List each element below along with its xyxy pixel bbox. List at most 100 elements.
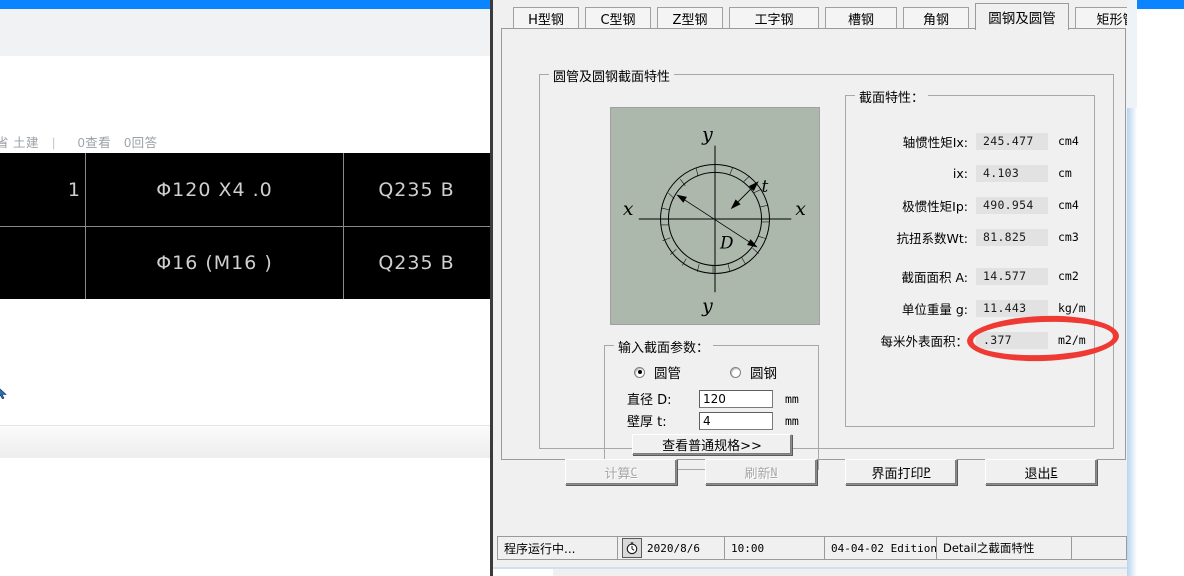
stopwatch-icon	[622, 538, 642, 558]
property-row-area: 截面面积 A: 14.577 cm2	[846, 265, 1096, 287]
webpage-header	[0, 9, 490, 57]
calculate-button[interactable]: 计算 C	[565, 459, 677, 485]
property-value-area: 14.577	[976, 267, 1048, 285]
meta-separator: |	[51, 136, 56, 150]
print-button-mnemonic: P	[923, 465, 931, 479]
property-unit-ip: cm4	[1058, 198, 1079, 212]
meta-answers: 0回答	[124, 136, 158, 150]
input-parameters-title: 输入截面参数：	[614, 337, 714, 356]
tab-channel-steel[interactable]: 槽钢	[825, 7, 897, 29]
property-label-radius-gyration: ix:	[952, 165, 968, 181]
drawing-table: 1 Φ120 X4 .0 Q235 B Φ16 (M16 ) Q235 B	[0, 153, 490, 299]
pipe-cross-section-diagram: y y x x t D	[610, 107, 820, 325]
property-value-ip: 490.954	[976, 196, 1048, 214]
tab-round-bar-pipe[interactable]: 圆钢及圆管	[975, 3, 1069, 30]
tab-i-beam[interactable]: 工字钢	[729, 7, 819, 29]
status-bar: 程序运行中... 2020/8/6 10:00 04-04-02 Edition…	[497, 536, 1127, 560]
thickness-input[interactable]: 4	[699, 411, 773, 430]
property-unit-unit-weight: kg/m	[1058, 301, 1086, 315]
print-button[interactable]: 界面打印 P	[845, 459, 957, 485]
property-unit-radius-gyration: cm	[1058, 166, 1072, 180]
tab-c-steel[interactable]: C型钢	[585, 7, 651, 29]
status-date: 2020/8/6	[647, 541, 700, 555]
status-extra	[1072, 537, 1126, 559]
radio-pipe-label: 圆管	[654, 366, 681, 382]
property-value-unit-weight: 11.443	[976, 299, 1048, 317]
property-label-unit-weight: 单位重量 g:	[901, 301, 968, 317]
meta-views: 0查看	[77, 136, 112, 150]
thickness-dimension-label: t	[762, 176, 769, 196]
property-label-ip: 极惯性矩Ip:	[902, 198, 968, 214]
property-row-radius-gyration: ix: 4.103 cm	[846, 162, 1096, 184]
property-label-surface-area: 每米外表面积：	[880, 333, 968, 349]
section-properties-group-title: 圆管及圆钢截面特性	[549, 66, 675, 85]
property-row-ip: 极惯性矩Ip: 490.954 cm4	[846, 194, 1096, 216]
table-cell-index	[0, 227, 86, 299]
webpage-blank-area	[0, 458, 490, 576]
property-label-ix: 轴惯性矩Ix:	[902, 134, 968, 150]
refresh-button-text: 刷新	[744, 466, 771, 482]
table-row: 1 Φ120 X4 .0 Q235 B	[0, 153, 490, 226]
tab-z-steel[interactable]: Z型钢	[657, 7, 723, 29]
refresh-button[interactable]: 刷新 N	[705, 459, 817, 485]
calculated-properties-groupbox: 截面特性： 轴惯性矩Ix: 245.477 cm4 ix: 4.103 cm 极…	[845, 87, 1096, 427]
tab-page-round-pipe: 圆管及圆钢截面特性 y y x x t D 截面特性： 轴惯性矩Ix: 245.…	[501, 28, 1126, 485]
property-unit-wt: cm3	[1058, 230, 1079, 244]
field-row-thickness: 壁厚 t: 4 mm	[627, 411, 799, 430]
property-row-wt: 抗扭系数Wt: 81.825 cm3	[846, 226, 1096, 248]
field-row-diameter: 直径 D: 120 mm	[627, 389, 799, 408]
property-row-surface-area: 每米外表面积： .377 m2/m	[846, 329, 1096, 351]
status-date-cell: 2020/8/6	[618, 537, 725, 559]
background-webpage: 省 土建 | 0查看 0回答 1 Φ120 X4 .0 Q235 B Φ16 (…	[0, 0, 500, 576]
property-unit-ix: cm4	[1058, 134, 1079, 148]
bottom-overlay-banner	[493, 567, 1184, 576]
radio-pipe-icon[interactable]	[634, 366, 645, 378]
axis-label-x-right: x	[795, 199, 806, 220]
mouse-cursor-icon	[0, 388, 7, 399]
diameter-input[interactable]: 120	[699, 389, 773, 408]
meta-location: 省 土建	[0, 136, 39, 150]
tab-strip: H型钢 C型钢 Z型钢 工字钢 槽钢 角钢 圆钢及圆管 矩形管	[501, 3, 1157, 30]
property-label-wt: 抗扭系数Wt:	[896, 230, 968, 246]
property-unit-area: cm2	[1058, 269, 1079, 283]
tab-angle-steel[interactable]: 角钢	[903, 7, 969, 29]
property-row-unit-weight: 单位重量 g: 11.443 kg/m	[846, 297, 1096, 319]
status-running-text: 程序运行中...	[498, 537, 618, 559]
refresh-button-mnemonic: N	[770, 465, 778, 479]
pipe-diagram-svg: y y x x t D	[623, 125, 806, 317]
status-module: Detail之截面特性	[937, 537, 1072, 559]
diameter-label: 直径 D:	[627, 393, 672, 408]
axis-label-y-bottom: y	[701, 296, 713, 317]
diameter-unit: mm	[785, 391, 799, 406]
browser-accent-bar-right	[1137, 0, 1184, 9]
axis-label-y-top: y	[701, 125, 713, 146]
radio-round-bar-icon[interactable]	[730, 366, 741, 378]
calculated-properties-title: 截面特性：	[855, 87, 929, 106]
view-standard-specs-button[interactable]: 查看普通规格>>	[632, 434, 792, 455]
radio-option-pipe[interactable]: 圆管	[634, 362, 681, 382]
tab-h-steel[interactable]: H型钢	[513, 7, 579, 29]
exit-button[interactable]: 退出 E	[985, 459, 1097, 485]
status-time: 10:00	[725, 537, 825, 559]
radio-option-round-bar[interactable]: 圆钢	[730, 362, 777, 382]
calculate-button-text: 计算	[604, 466, 631, 482]
webpage-footer-band	[0, 426, 490, 459]
table-cell-spec: Φ120 X4 .0	[86, 153, 344, 226]
property-value-surface-area: .377	[976, 331, 1048, 349]
browser-scrollbar-thumb[interactable]	[1127, 0, 1137, 108]
table-cell-grade: Q235 B	[378, 178, 455, 201]
property-value-radius-gyration: 4.103	[976, 164, 1048, 182]
radio-round-bar-label: 圆钢	[750, 366, 777, 382]
property-label-area: 截面面积 A:	[901, 269, 968, 285]
exit-button-mnemonic: E	[1050, 465, 1058, 479]
status-edition: 04-04-02 Edition	[825, 537, 937, 559]
input-parameters-groupbox: 输入截面参数： 圆管 圆钢 直径 D: 120 mm 壁厚 t: 4 mm 查看…	[604, 337, 819, 470]
property-value-ix: 245.477	[976, 132, 1048, 150]
steel-section-properties-window: H型钢 C型钢 Z型钢 工字钢 槽钢 角钢 圆钢及圆管 矩形管 圆管及圆钢截面特…	[490, 0, 1184, 576]
property-unit-surface-area: m2/m	[1058, 333, 1086, 347]
exit-button-text: 退出	[1024, 466, 1051, 482]
property-row-ix: 轴惯性矩Ix: 245.477 cm4	[846, 130, 1096, 152]
section-properties-groupbox: 圆管及圆钢截面特性 y y x x t D 截面特性： 轴惯性矩Ix: 245.…	[539, 66, 1120, 470]
webpage-question-meta: 省 土建 | 0查看 0回答	[0, 56, 490, 153]
thickness-unit: mm	[785, 413, 799, 428]
